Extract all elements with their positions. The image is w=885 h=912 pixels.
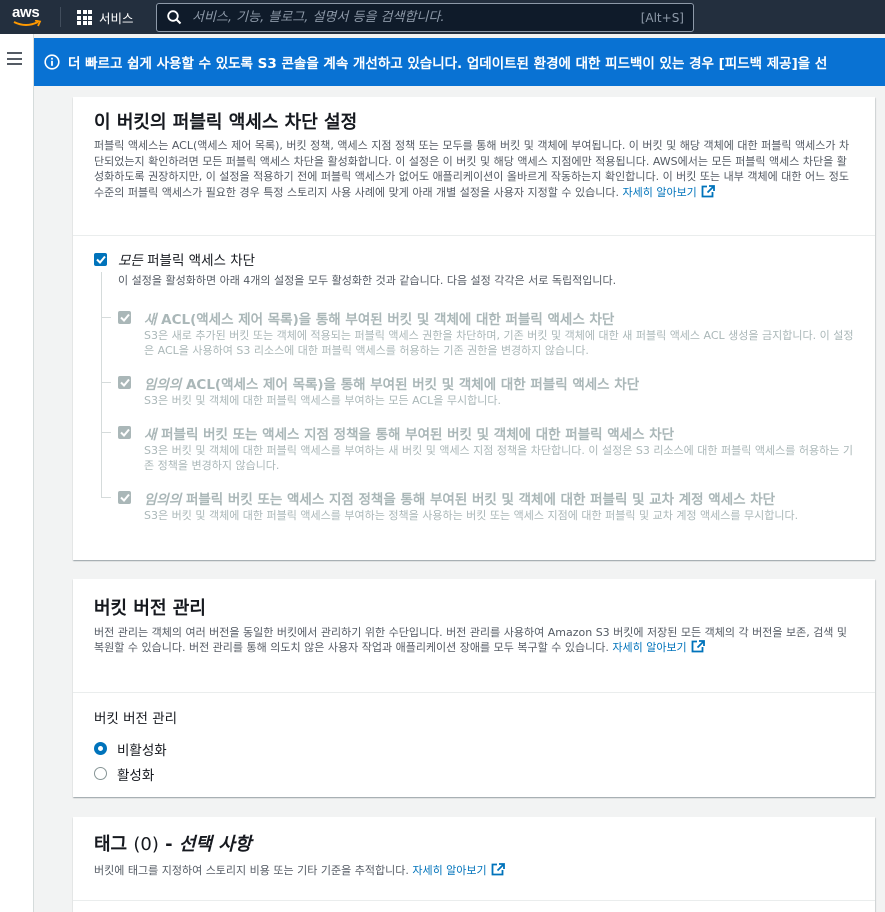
- radio-label: 활성화: [117, 767, 155, 784]
- option-description: S3은 버킷 및 객체에 대한 퍼블릭 액세스를 부여하는 정책을 사용하는 버…: [144, 509, 799, 522]
- panel-header: 버킷 버전 관리 버전 관리는 객체의 여러 버전을 동일한 버킷에서 관리하기…: [73, 579, 875, 693]
- option-title: 임의의 ACL(액세스 제어 목록)을 통해 부여된 버킷 및 객체에 대한 퍼…: [144, 377, 640, 393]
- radio-button[interactable]: [94, 767, 107, 780]
- tag-count: (0): [133, 834, 159, 855]
- page-title: 이 버킷의 퍼블릭 액세스 차단 설정: [94, 112, 358, 133]
- learn-more-link[interactable]: 자세히 알아보기: [622, 184, 715, 199]
- nav-divider: [60, 7, 61, 27]
- tags-panel: 태그 (0) - 선택 사항 버킷에 태그를 지정하여 스토리지 비용 또는 기…: [73, 817, 875, 912]
- smile-arrow-icon: [13, 20, 42, 27]
- check-icon: [119, 378, 130, 387]
- external-link-icon: [491, 863, 505, 876]
- section-title: 버킷 버전 관리: [94, 598, 206, 619]
- block-all-subtext: 이 설정을 활성화하면 아래 4개의 설정을 모두 활성화한 것과 같습니다. …: [118, 274, 617, 287]
- block-all-checkbox[interactable]: [94, 252, 107, 266]
- description-text: 버킷에 태그를 지정하여 스토리지 비용 또는 기타 기준을 추적합니다.: [94, 864, 409, 877]
- check-icon: [119, 428, 130, 437]
- panel-header: 태그 (0) - 선택 사항 버킷에 태그를 지정하여 스토리지 비용 또는 기…: [73, 817, 875, 901]
- radio-button[interactable]: [94, 742, 107, 755]
- search-input[interactable]: [192, 10, 641, 25]
- option-title: 임의의 퍼블릭 버킷 또는 액세스 지점 정책을 통해 부여된 버킷 및 객체에…: [144, 492, 776, 508]
- info-banner: 더 빠르고 쉽게 사용할 수 있도록 S3 콘솔을 계속 개선하고 있습니다. …: [34, 38, 885, 86]
- search-shortcut: [Alt+S]: [640, 10, 684, 25]
- description-text: 버전 관리는 객체의 여러 버전을 동일한 버킷에서 관리하기 위한 수단입니다…: [94, 626, 848, 654]
- optional-label: 선택 사항: [178, 834, 252, 855]
- tree-connector: [101, 272, 102, 497]
- learn-more-link[interactable]: 자세히 알아보기: [612, 640, 705, 654]
- left-rail: [0, 34, 34, 912]
- description-text: 퍼블릭 액세스는 ACL(액세스 제어 목록), 버킷 정책, 액세스 지점 정…: [94, 139, 850, 199]
- option-description: S3은 버킷 및 객체에 대한 퍼블릭 액세스를 부여하는 모든 ACL을 무시…: [144, 394, 501, 407]
- hamburger-menu-icon[interactable]: [7, 52, 22, 65]
- external-link-icon: [701, 184, 715, 197]
- panel-description: 퍼블릭 액세스는 ACL(액세스 제어 목록), 버킷 정책, 액세스 지점 정…: [94, 138, 855, 200]
- learn-more-link[interactable]: 자세히 알아보기: [412, 863, 505, 877]
- top-navigation: aws 서비스 [Alt+S]: [0, 0, 885, 34]
- bucket-versioning-panel: 버킷 버전 관리 버전 관리는 객체의 여러 버전을 동일한 버킷에서 관리하기…: [73, 579, 875, 797]
- info-icon: [44, 54, 60, 70]
- option-checkbox[interactable]: [118, 491, 131, 504]
- aws-logo-text: aws: [12, 4, 40, 21]
- block-public-access-panel: 이 버킷의 퍼블릭 액세스 차단 설정 퍼블릭 액세스는 ACL(액세스 제어 …: [73, 97, 875, 560]
- services-menu-button[interactable]: 서비스: [77, 8, 134, 27]
- check-icon: [119, 493, 130, 502]
- radio-label: 비활성화: [117, 742, 167, 759]
- versioning-body: 버킷 버전 관리 비활성화 활성화: [73, 693, 875, 786]
- external-link-icon: [691, 640, 705, 653]
- block-all-public-access: 모든 퍼블릭 액세스 차단 이 설정을 활성화하면 아래 4개의 설정을 모두 …: [94, 249, 854, 288]
- versioning-field-label: 버킷 버전 관리: [94, 711, 178, 727]
- check-icon: [119, 313, 130, 322]
- aws-logo[interactable]: aws: [12, 5, 46, 29]
- option-title: 새 퍼블릭 버킷 또는 액세스 지점 정책을 통해 부여된 버킷 및 객체에 대…: [144, 427, 675, 443]
- option-description: S3은 새로 추가된 버킷 또는 객체에 적용되는 퍼블릭 액세스 권한을 차단…: [144, 329, 854, 357]
- services-label: 서비스: [99, 11, 134, 26]
- panel-header: 이 버킷의 퍼블릭 액세스 차단 설정 퍼블릭 액세스는 ACL(액세스 제어 …: [73, 97, 875, 236]
- radio-disable[interactable]: 비활성화: [94, 736, 854, 761]
- option-checkbox[interactable]: [118, 376, 131, 389]
- option-description: S3은 버킷 및 객체에 대한 퍼블릭 액세스를 부여하는 새 버킷 및 액세스…: [144, 444, 853, 472]
- block-all-label: 모든 퍼블릭 액세스 차단: [118, 253, 256, 269]
- search-box[interactable]: [Alt+S]: [156, 3, 694, 32]
- panel-description: 버킷에 태그를 지정하여 스토리지 비용 또는 기타 기준을 추적합니다. 자세…: [94, 863, 855, 878]
- section-title: 태그 (0) - 선택 사항: [94, 834, 252, 855]
- option-checkbox[interactable]: [118, 426, 131, 439]
- panel-description: 버전 관리는 객체의 여러 버전을 동일한 버킷에서 관리하기 위한 수단입니다…: [94, 625, 855, 655]
- banner-text: 더 빠르고 쉽게 사용할 수 있도록 S3 콘솔을 계속 개선하고 있습니다. …: [68, 56, 828, 72]
- check-icon: [95, 255, 106, 264]
- grid-icon: [77, 10, 92, 25]
- radio-enable[interactable]: 활성화: [94, 761, 854, 786]
- option-title: 새 ACL(액세스 제어 목록)을 통해 부여된 버킷 및 객체에 대한 퍼블릭…: [144, 312, 615, 328]
- option-checkbox[interactable]: [118, 311, 131, 324]
- search-icon: [167, 10, 182, 25]
